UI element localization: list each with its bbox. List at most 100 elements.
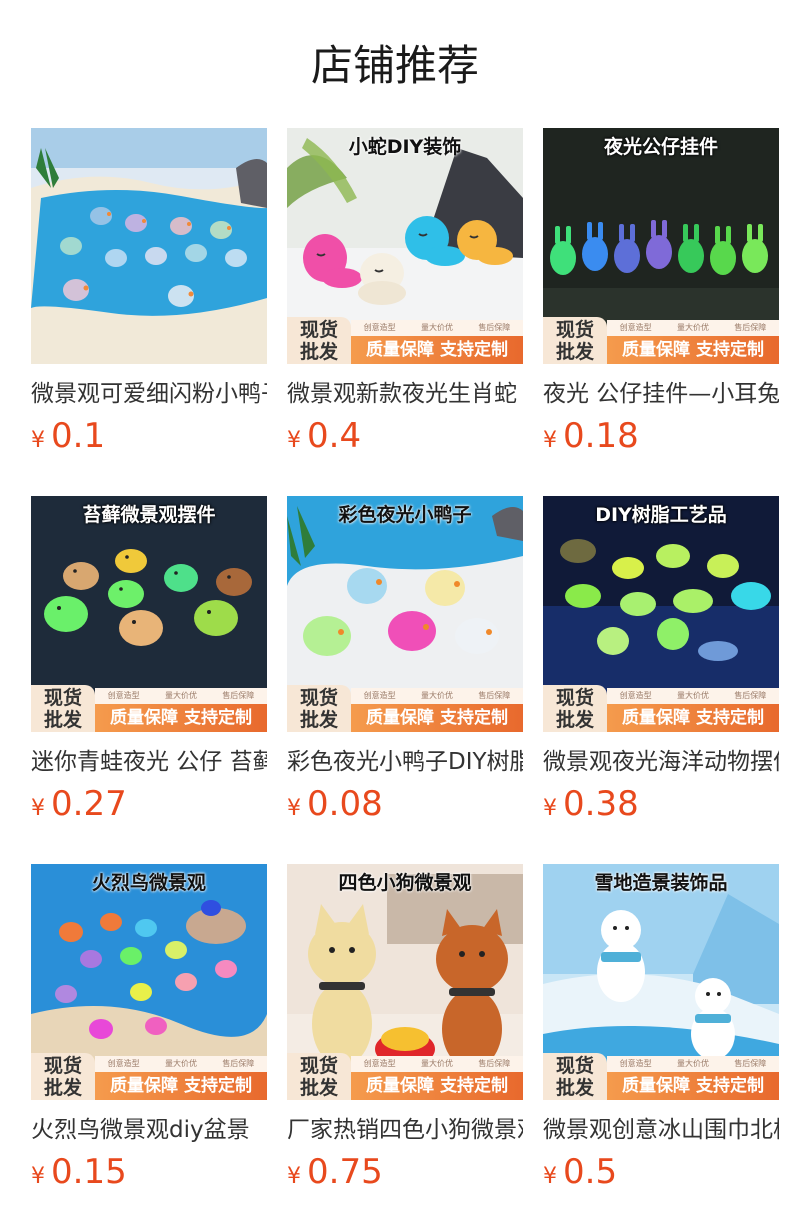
promo-tag: 创意造型: [619, 691, 652, 700]
promo-tag: 创意造型: [363, 323, 396, 332]
product-name[interactable]: 微景观创意冰山围巾北极熊: [543, 1114, 779, 1146]
promo-line2: 批发: [555, 709, 594, 731]
promo-line1: 现货: [43, 1055, 82, 1077]
promo-line1: 现货: [43, 687, 82, 709]
price-value: 0.27: [51, 784, 127, 824]
promo-stock-label: 现货 批发: [31, 685, 95, 732]
product-image[interactable]: [31, 128, 267, 364]
promo-bar: 质量保障 支持定制: [607, 336, 779, 364]
promo-line1: 现货: [299, 319, 338, 341]
promo-tag: 创意造型: [107, 691, 140, 700]
promo-tag: 量大价优: [420, 691, 453, 700]
promo-tag: 创意造型: [619, 323, 652, 332]
currency-symbol: ¥: [287, 428, 301, 453]
promo-banner: 现货 批发 创意造型 量大价优 售后保障 质量保障 支持定制: [287, 317, 523, 364]
promo-tags: 创意造型 量大价优 售后保障: [95, 688, 267, 704]
product-name[interactable]: 迷你青蛙夜光 公仔 苔藓: [31, 746, 267, 778]
promo-line2: 批发: [299, 341, 338, 363]
promo-bar: 质量保障 支持定制: [95, 704, 267, 732]
product-name[interactable]: 厂家热销四色小狗微景观: [287, 1114, 523, 1146]
product-price: ¥0.38: [543, 784, 639, 824]
promo-tag: 售后保障: [222, 691, 255, 700]
product-card[interactable]: DIY树脂工艺品 现货 批发 创意造型 量大价优 售后保障 质量保障 支持定制 …: [543, 496, 779, 826]
product-card[interactable]: 小蛇DIY装饰 现货 批发 创意造型 量大价优 售后保障 质量保障 支持定制 微…: [287, 128, 523, 458]
promo-line1: 现货: [299, 687, 338, 709]
product-name[interactable]: 夜光 公仔挂件—小耳兔: [543, 378, 779, 410]
product-image[interactable]: 彩色夜光小鸭子 现货 批发 创意造型 量大价优 售后保障 质量保障 支持定制: [287, 496, 523, 732]
price-value: 0.5: [563, 1152, 618, 1192]
product-image[interactable]: 雪地造景装饰品 现货 批发 创意造型 量大价优 售后保障 质量保障 支持定制: [543, 864, 779, 1100]
product-card[interactable]: 四色小狗微景观 现货 批发 创意造型 量大价优 售后保障 质量保障 支持定制 厂…: [287, 864, 523, 1194]
promo-bar: 质量保障 支持定制: [351, 704, 523, 732]
currency-symbol: ¥: [31, 1164, 45, 1189]
product-name[interactable]: 火烈鸟微景观diy盆景: [31, 1114, 267, 1146]
promo-tag: 售后保障: [734, 1059, 767, 1068]
product-image-title: 四色小狗微景观: [338, 872, 472, 894]
promo-tags: 创意造型 量大价优 售后保障: [351, 320, 523, 336]
promo-bar: 质量保障 支持定制: [351, 336, 523, 364]
section-title: 店铺推荐: [310, 41, 479, 90]
product-price: ¥0.4: [287, 416, 361, 456]
promo-tag: 创意造型: [619, 1059, 652, 1068]
promo-banner: 现货 批发 创意造型 量大价优 售后保障 质量保障 支持定制: [543, 317, 779, 364]
promo-stock-label: 现货 批发: [543, 317, 607, 364]
product-image-title: 小蛇DIY装饰: [348, 136, 462, 158]
promo-stock-label: 现货 批发: [543, 1053, 607, 1100]
promo-bar: 质量保障 支持定制: [607, 704, 779, 732]
promo-tag: 量大价优: [164, 1059, 197, 1068]
product-image-title: 夜光公仔挂件: [603, 136, 718, 158]
promo-tag: 量大价优: [420, 1059, 453, 1068]
product-name[interactable]: 微景观新款夜光生肖蛇: [287, 378, 523, 410]
promo-stock-label: 现货 批发: [543, 685, 607, 732]
promo-tag: 创意造型: [363, 691, 396, 700]
promo-line1: 现货: [555, 1055, 594, 1077]
promo-stock-label: 现货 批发: [287, 1053, 351, 1100]
product-image[interactable]: 四色小狗微景观 现货 批发 创意造型 量大价优 售后保障 质量保障 支持定制: [287, 864, 523, 1100]
promo-tags: 创意造型 量大价优 售后保障: [351, 1056, 523, 1072]
product-name[interactable]: 微景观夜光海洋动物摆件: [543, 746, 779, 778]
product-card[interactable]: 彩色夜光小鸭子 现货 批发 创意造型 量大价优 售后保障 质量保障 支持定制 彩…: [287, 496, 523, 826]
promo-line2: 批发: [43, 1077, 82, 1099]
product-image[interactable]: 夜光公仔挂件 现货 批发 创意造型 量大价优 售后保障 质量保障 支持定制: [543, 128, 779, 364]
price-value: 0.38: [563, 784, 639, 824]
promo-line1: 现货: [555, 687, 594, 709]
product-image-title: 彩色夜光小鸭子: [338, 504, 472, 526]
product-image[interactable]: 苔藓微景观摆件 现货 批发 创意造型 量大价优 售后保障 质量保障 支持定制: [31, 496, 267, 732]
product-image[interactable]: 火烈鸟微景观 现货 批发 创意造型 量大价优 售后保障 质量保障 支持定制: [31, 864, 267, 1100]
promo-bar: 质量保障 支持定制: [95, 1072, 267, 1100]
price-value: 0.75: [307, 1152, 383, 1192]
product-card[interactable]: 火烈鸟微景观 现货 批发 创意造型 量大价优 售后保障 质量保障 支持定制 火烈…: [31, 864, 267, 1194]
product-image-title: DIY树脂工艺品: [595, 504, 727, 526]
currency-symbol: ¥: [287, 796, 301, 821]
promo-bar: 质量保障 支持定制: [607, 1072, 779, 1100]
product-image[interactable]: DIY树脂工艺品 现货 批发 创意造型 量大价优 售后保障 质量保障 支持定制: [543, 496, 779, 732]
product-price: ¥0.18: [543, 416, 639, 456]
product-card[interactable]: 雪地造景装饰品 现货 批发 创意造型 量大价优 售后保障 质量保障 支持定制 微…: [543, 864, 779, 1194]
product-card[interactable]: 微景观可爱细闪粉小鸭子 ¥0.1: [31, 128, 267, 458]
promo-tag: 创意造型: [363, 1059, 396, 1068]
promo-line2: 批发: [43, 709, 82, 731]
promo-tags: 创意造型 量大价优 售后保障: [607, 688, 779, 704]
promo-stock-label: 现货 批发: [287, 317, 351, 364]
promo-tags: 创意造型 量大价优 售后保障: [95, 1056, 267, 1072]
currency-symbol: ¥: [31, 796, 45, 821]
product-name[interactable]: 彩色夜光小鸭子DIY树脂: [287, 746, 523, 778]
promo-tags: 创意造型 量大价优 售后保障: [607, 320, 779, 336]
promo-tag: 量大价优: [164, 691, 197, 700]
promo-banner: 现货 批发 创意造型 量大价优 售后保障 质量保障 支持定制: [543, 685, 779, 732]
promo-tag: 量大价优: [676, 691, 709, 700]
product-card[interactable]: 苔藓微景观摆件 现货 批发 创意造型 量大价优 售后保障 质量保障 支持定制 迷…: [31, 496, 267, 826]
promo-tag: 售后保障: [734, 323, 767, 332]
promo-line2: 批发: [555, 341, 594, 363]
currency-symbol: ¥: [543, 428, 557, 453]
currency-symbol: ¥: [543, 796, 557, 821]
promo-tags: 创意造型 量大价优 售后保障: [607, 1056, 779, 1072]
product-price: ¥0.1: [31, 416, 105, 456]
product-name[interactable]: 微景观可爱细闪粉小鸭子: [31, 378, 267, 410]
product-image-title: 雪地造景装饰品: [594, 872, 728, 894]
product-image[interactable]: 小蛇DIY装饰 现货 批发 创意造型 量大价优 售后保障 质量保障 支持定制: [287, 128, 523, 364]
promo-tag: 售后保障: [222, 1059, 255, 1068]
currency-symbol: ¥: [287, 1164, 301, 1189]
product-card[interactable]: 夜光公仔挂件 现货 批发 创意造型 量大价优 售后保障 质量保障 支持定制 夜光…: [543, 128, 779, 458]
promo-banner: 现货 批发 创意造型 量大价优 售后保障 质量保障 支持定制: [287, 685, 523, 732]
